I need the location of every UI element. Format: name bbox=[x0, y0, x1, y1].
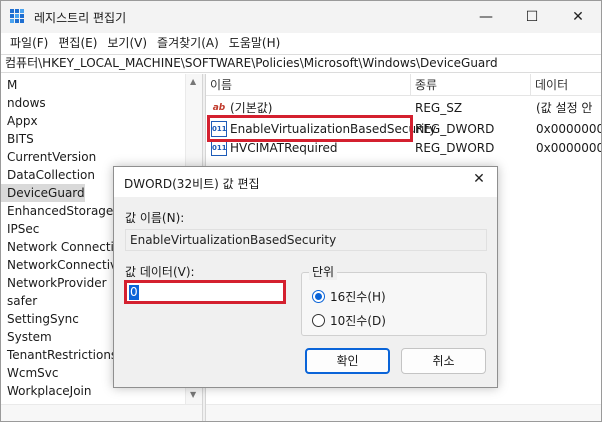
tree-item-selected[interactable]: DeviceGuard bbox=[1, 184, 85, 202]
value-data: 0x0000000 bbox=[536, 122, 601, 136]
tree-item[interactable]: NetworkConnectivit bbox=[1, 256, 125, 274]
menu-file[interactable]: 파일(F) bbox=[5, 33, 53, 53]
dword-value-icon: 011 bbox=[211, 140, 227, 156]
menu-bar: 파일(F) 편집(E) 보기(V) 즐겨찾기(A) 도움말(H) bbox=[1, 33, 601, 53]
ok-button[interactable]: 확인 bbox=[305, 348, 390, 374]
tree-horizontal-scrollbar[interactable] bbox=[1, 404, 202, 421]
tree-item[interactable]: TenantRestrictions bbox=[1, 346, 117, 364]
tree-item[interactable]: SettingSync bbox=[1, 310, 79, 328]
tree-item[interactable]: M bbox=[1, 76, 17, 94]
tree-item[interactable]: System bbox=[1, 328, 52, 346]
menu-view[interactable]: 보기(V) bbox=[102, 33, 152, 53]
tree-item[interactable]: CurrentVersion bbox=[1, 148, 96, 166]
radio-hex[interactable]: 16진수(H) bbox=[312, 287, 462, 305]
radio-selected-icon bbox=[312, 289, 325, 303]
value-data: 0x0000000 bbox=[536, 141, 601, 155]
tree-item[interactable]: IPSec bbox=[1, 220, 39, 238]
value-type: REG_DWORD bbox=[415, 122, 495, 136]
scroll-down-icon[interactable]: ▼ bbox=[190, 390, 196, 399]
value-type: REG_DWORD bbox=[415, 141, 495, 155]
column-type[interactable]: 종류 bbox=[411, 74, 531, 96]
tree-item[interactable]: WorkplaceJoin bbox=[1, 382, 92, 400]
value-data-label: 값 데이터(V): bbox=[125, 265, 195, 279]
radio-hex-label: 16진수(H) bbox=[330, 289, 386, 304]
minimize-button[interactable]: — bbox=[463, 1, 509, 33]
dialog-body: 값 이름(N): EnableVirtualizationBasedSecuri… bbox=[114, 197, 497, 387]
menu-help[interactable]: 도움말(H) bbox=[224, 33, 286, 53]
scroll-up-icon[interactable]: ▲ bbox=[190, 77, 196, 86]
highlight-box-value-name bbox=[207, 115, 413, 142]
value-name-field: EnableVirtualizationBasedSecurity bbox=[125, 229, 487, 251]
dialog-title: DWORD(32비트) 값 편집 bbox=[124, 177, 260, 191]
menu-favorites[interactable]: 즐겨찾기(A) bbox=[152, 33, 224, 53]
tree-item[interactable]: safer bbox=[1, 292, 37, 310]
cancel-button[interactable]: 취소 bbox=[401, 348, 486, 374]
tree-item[interactable]: Appx bbox=[1, 112, 38, 130]
registry-editor-window: 레지스트리 편집기 — ☐ ✕ 파일(F) 편집(E) 보기(V) 즐겨찾기(A… bbox=[0, 0, 602, 422]
tree-item[interactable]: DataCollection bbox=[1, 166, 95, 184]
address-bar[interactable]: 컴퓨터\HKEY_LOCAL_MACHINE\SOFTWARE\Policies… bbox=[1, 54, 601, 73]
highlight-box-value-data bbox=[124, 280, 286, 304]
dialog-close-icon[interactable]: ✕ bbox=[469, 171, 489, 187]
radio-decimal-label: 10진수(D) bbox=[330, 313, 386, 328]
base-group-label: 단위 bbox=[309, 263, 338, 280]
column-data[interactable]: 데이터 bbox=[531, 74, 601, 96]
close-button[interactable]: ✕ bbox=[555, 1, 601, 33]
radio-unselected-icon bbox=[312, 313, 325, 327]
maximize-button[interactable]: ☐ bbox=[509, 1, 555, 33]
edit-dword-dialog: DWORD(32비트) 값 편집 ✕ 값 이름(N): EnableVirtua… bbox=[113, 166, 498, 388]
tree-item[interactable]: WcmSvc bbox=[1, 364, 58, 382]
base-group: 16진수(H) 10진수(D) bbox=[301, 272, 487, 336]
window-title: 레지스트리 편집기 bbox=[34, 11, 127, 25]
value-data: (값 설정 안 bbox=[536, 101, 593, 115]
registry-app-icon bbox=[10, 9, 26, 25]
title-bar: 레지스트리 편집기 — ☐ ✕ bbox=[1, 1, 601, 33]
column-name[interactable]: 이름 bbox=[206, 74, 411, 96]
radio-decimal[interactable]: 10진수(D) bbox=[312, 311, 462, 329]
menu-edit[interactable]: 편집(E) bbox=[53, 33, 102, 53]
tree-item[interactable]: EnhancedStorageDe bbox=[1, 202, 130, 220]
tree-item[interactable]: BITS bbox=[1, 130, 34, 148]
tree-item[interactable]: NetworkProvider bbox=[1, 274, 107, 292]
list-header: 이름 종류 데이터 bbox=[206, 74, 601, 96]
tree-item[interactable]: ndows bbox=[1, 94, 46, 112]
string-value-icon: ab bbox=[212, 103, 226, 113]
value-name-label: 값 이름(N): bbox=[125, 211, 185, 225]
list-horizontal-scrollbar[interactable] bbox=[206, 404, 601, 421]
value-type: REG_SZ bbox=[415, 101, 463, 115]
tree-item[interactable]: Network Connection bbox=[1, 238, 129, 256]
